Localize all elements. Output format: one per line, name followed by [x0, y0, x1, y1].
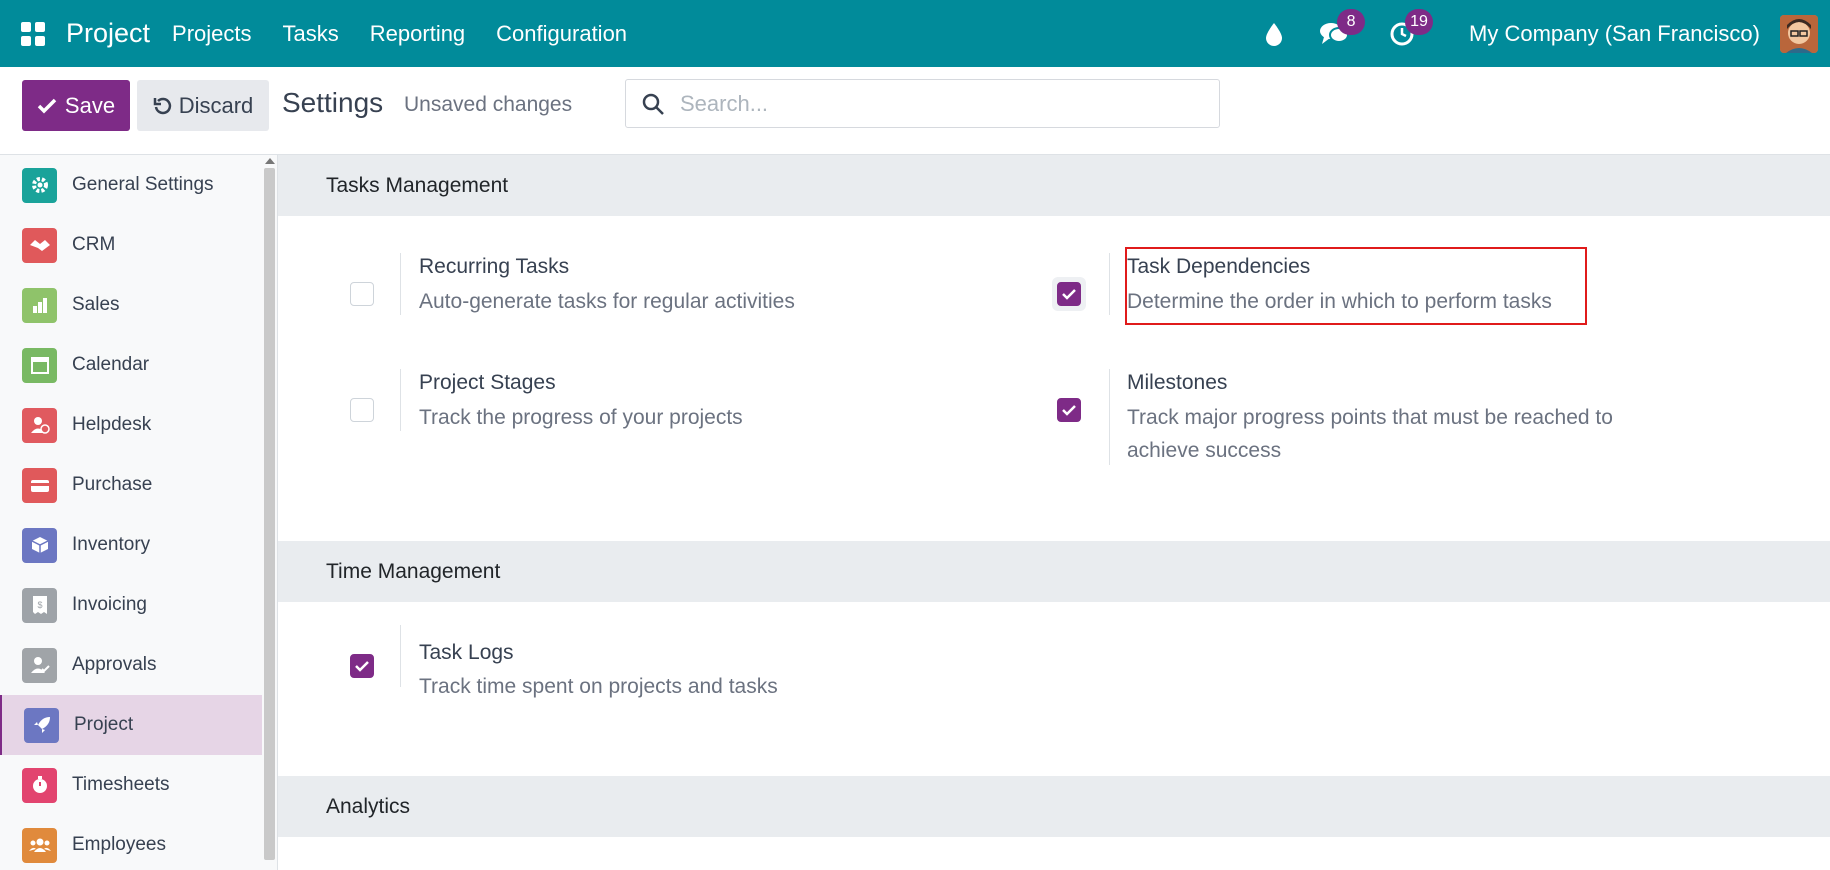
setting-description: Auto-generate tasks for regular activiti… — [419, 290, 795, 313]
sidebar-item-approvals[interactable]: Approvals — [0, 635, 262, 695]
search-box — [625, 79, 1220, 128]
project-stages-checkbox[interactable] — [350, 398, 374, 422]
divider — [400, 253, 401, 315]
company-switcher[interactable]: My Company (San Francisco) — [1469, 21, 1760, 47]
milestones-checkbox[interactable] — [1057, 398, 1081, 422]
section-title: Tasks Management — [326, 173, 509, 197]
sidebar-item-label: Approvals — [72, 654, 157, 675]
drop-icon[interactable] — [1259, 19, 1289, 49]
section-header-time: Time Management — [278, 541, 1830, 602]
card-icon — [22, 467, 57, 503]
box-icon — [22, 527, 57, 563]
divider — [1109, 253, 1110, 315]
sidebar-item-label: CRM — [72, 234, 116, 255]
sidebar-item-label: General Settings — [72, 174, 214, 195]
save-button[interactable]: Save — [22, 80, 130, 131]
section-header-analytics: Analytics — [278, 776, 1830, 837]
sidebar-item-helpdesk[interactable]: Helpdesk — [0, 395, 262, 455]
people-icon — [22, 827, 57, 863]
activities-badge: 19 — [1405, 8, 1434, 35]
top-navbar: Project Projects Tasks Reporting Configu… — [0, 0, 1830, 67]
search-icon[interactable] — [640, 91, 666, 117]
task-logs-checkbox[interactable] — [350, 654, 374, 678]
check-icon — [1062, 289, 1076, 300]
messages-badge: 8 — [1337, 8, 1366, 35]
save-label: Save — [64, 92, 116, 118]
sidebar-item-label: Helpdesk — [72, 414, 152, 435]
sidebar-item-calendar[interactable]: Calendar — [0, 335, 262, 395]
menu-configuration[interactable]: Configuration — [496, 21, 627, 47]
menu-reporting[interactable]: Reporting — [370, 21, 465, 47]
menu-projects[interactable]: Projects — [172, 21, 251, 47]
sidebar-item-invoicing[interactable]: $ Invoicing — [0, 575, 262, 635]
scroll-up-arrow[interactable] — [265, 158, 275, 164]
user-avatar[interactable] — [1780, 14, 1818, 53]
sidebar-item-label: Project — [74, 714, 134, 735]
sidebar-item-sales[interactable]: Sales — [0, 275, 262, 335]
sidebar-item-label: Calendar — [72, 354, 150, 375]
undo-icon — [153, 97, 171, 114]
check-icon — [1062, 405, 1076, 416]
settings-content: Tasks Management Recurring Tasks Auto-ge… — [278, 155, 1830, 870]
divider — [400, 369, 401, 431]
check-icon — [355, 661, 369, 672]
svg-text:$: $ — [37, 600, 42, 610]
sidebar-item-general-settings[interactable]: General Settings — [0, 155, 262, 215]
sidebar-item-label: Timesheets — [72, 774, 170, 795]
check-icon — [37, 98, 57, 113]
calendar-icon — [22, 347, 57, 383]
control-panel: Save Discard Settings Unsaved changes — [0, 67, 1830, 155]
sidebar-item-label: Inventory — [72, 534, 151, 555]
section-title: Analytics — [326, 794, 411, 818]
helpdesk-icon — [22, 407, 57, 443]
app-brand[interactable]: Project — [66, 18, 150, 49]
menu-tasks[interactable]: Tasks — [283, 21, 339, 47]
gear-icon — [22, 167, 57, 203]
highlight-annotation — [1125, 247, 1587, 325]
approval-icon — [22, 647, 57, 683]
sidebar-item-crm[interactable]: CRM — [0, 215, 262, 275]
section-header-tasks: Tasks Management — [278, 155, 1830, 216]
discard-label: Discard — [178, 92, 254, 118]
setting-description: Track major progress points that must be… — [1127, 406, 1613, 462]
search-input[interactable] — [680, 90, 1200, 117]
sidebar-item-label: Invoicing — [72, 594, 147, 615]
divider — [1109, 369, 1110, 465]
settings-sidebar: General Settings CRM Sales Calendar Help… — [0, 155, 278, 870]
apps-menu-icon[interactable] — [0, 0, 66, 67]
sidebar-item-timesheets[interactable]: Timesheets — [0, 755, 262, 815]
setting-title: Task Logs — [419, 641, 514, 664]
sidebar-item-project[interactable]: Project — [0, 695, 262, 755]
setting-title: Milestones — [1127, 371, 1228, 394]
handshake-icon — [22, 227, 57, 263]
activities-clock-icon[interactable]: 19 — [1387, 8, 1434, 49]
unsaved-status: Unsaved changes — [404, 93, 573, 116]
task-dependencies-checkbox[interactable] — [1057, 282, 1081, 306]
chart-icon — [22, 287, 57, 323]
sidebar-item-employees[interactable]: Employees — [0, 815, 262, 870]
sidebar-scrollbar[interactable] — [264, 168, 275, 860]
sidebar-item-label: Sales — [72, 294, 120, 315]
messages-icon[interactable]: 8 — [1319, 8, 1366, 49]
sidebar-item-label: Purchase — [72, 474, 153, 495]
setting-description: Track the progress of your projects — [419, 406, 743, 429]
sidebar-item-purchase[interactable]: Purchase — [0, 455, 262, 515]
setting-title: Recurring Tasks — [419, 255, 570, 278]
section-title: Time Management — [326, 559, 501, 583]
page-title: Settings — [282, 87, 384, 118]
recurring-tasks-checkbox[interactable] — [350, 282, 374, 306]
sidebar-item-label: Employees — [72, 834, 166, 855]
discard-button[interactable]: Discard — [137, 80, 269, 131]
sidebar-item-inventory[interactable]: Inventory — [0, 515, 262, 575]
rocket-icon — [24, 707, 59, 743]
divider — [400, 625, 401, 687]
stopwatch-icon — [22, 767, 57, 803]
setting-description: Track time spent on projects and tasks — [419, 675, 778, 698]
invoice-icon: $ — [22, 587, 57, 623]
setting-title: Project Stages — [419, 371, 556, 394]
